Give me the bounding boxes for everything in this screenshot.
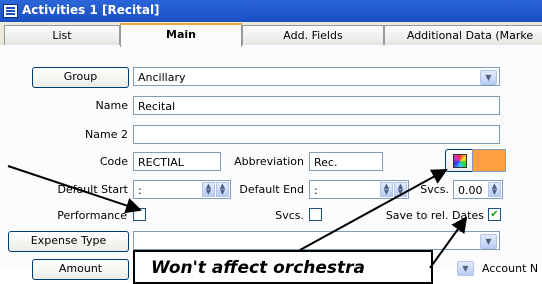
annotation-arrows — [7, 165, 468, 268]
arrow-to-color — [299, 169, 448, 251]
arrow-to-performance — [7, 165, 142, 214]
arrow-to-save-rel-dates — [429, 216, 468, 268]
tab-main[interactable]: Main — [120, 23, 242, 47]
